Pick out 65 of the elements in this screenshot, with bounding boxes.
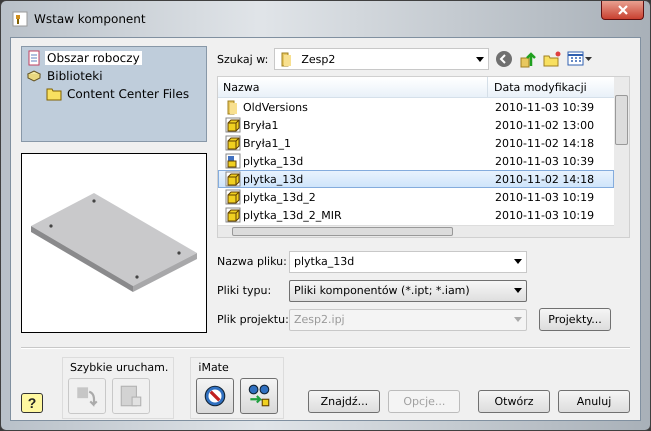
file-date: 2010-11-03 10:39 <box>494 100 596 114</box>
dialog-button[interactable]: Znajdź... <box>308 390 380 413</box>
file-row[interactable]: Bryła1 2010-11-02 13:00 <box>218 116 614 134</box>
caret-icon <box>476 56 484 62</box>
cube-icon <box>225 171 241 187</box>
column-header[interactable]: Data modyfikacji <box>488 77 614 97</box>
file-name: Bryła1_1 <box>243 136 291 150</box>
column-header[interactable]: Nazwa <box>218 77 488 97</box>
file-date: 2010-11-03 10:19 <box>494 208 596 222</box>
file-date: 2010-11-03 10:19 <box>494 190 596 204</box>
file-date: 2010-11-02 14:18 <box>494 172 596 186</box>
vertical-scrollbar[interactable] <box>614 77 629 237</box>
cube-icon <box>225 207 241 223</box>
file-name: Bryła1 <box>243 118 278 132</box>
field-dropdown[interactable]: Pliki komponentów (*.ipt; *.iam) <box>289 280 527 302</box>
cube-icon <box>225 117 241 133</box>
file-row[interactable]: Bryła1_1 2010-11-02 14:18 <box>218 134 614 152</box>
look-in-dropdown[interactable]: Zesp2 <box>274 48 490 70</box>
close-icon <box>618 5 628 15</box>
new-folder-icon[interactable] <box>543 50 562 68</box>
up-folder-icon[interactable] <box>519 50 538 68</box>
caret-icon <box>514 288 522 293</box>
cube-icon <box>225 189 241 205</box>
tool-button[interactable] <box>240 378 278 414</box>
location-item[interactable]: Biblioteki <box>45 69 105 83</box>
folder-icon <box>46 86 62 102</box>
look-in-label: Szukaj w: <box>217 52 268 66</box>
tool-button[interactable] <box>196 378 234 414</box>
caret-icon <box>514 259 522 264</box>
app-icon <box>12 11 28 27</box>
location-item[interactable]: Content Center Files <box>65 87 192 101</box>
back-icon[interactable] <box>495 50 514 68</box>
file-name: plytka_13d <box>243 172 304 186</box>
field-label: Pliki typu: <box>217 284 272 297</box>
file-date: 2010-11-03 10:39 <box>494 154 596 168</box>
file-date: 2010-11-02 14:18 <box>494 136 596 150</box>
file-row[interactable]: OldVersions 2010-11-03 10:39 <box>218 98 614 116</box>
file-row[interactable]: plytka_13d 2010-11-02 14:18 <box>218 170 614 188</box>
window-title: Wstaw komponent <box>34 12 146 26</box>
file-name: OldVersions <box>243 100 308 114</box>
field-label: Nazwa pliku: <box>217 255 288 268</box>
location-item[interactable]: Obszar roboczy <box>45 51 142 65</box>
caret-icon <box>514 317 522 322</box>
file-row[interactable]: plytka_13d_2_MIR 2010-11-03 10:19 <box>218 206 614 224</box>
dialog-button[interactable]: Anuluj <box>558 390 630 413</box>
projects-button[interactable]: Projekty... <box>539 308 611 331</box>
group-title: Szybkie urucham. <box>69 361 168 374</box>
file-name: plytka_13d_2 <box>243 190 316 204</box>
circles-arrow-icon <box>246 383 272 409</box>
file-row[interactable]: plytka_13d_2 2010-11-03 10:19 <box>218 188 614 206</box>
cube-icon <box>225 135 241 151</box>
dialog-button[interactable]: Otwórz <box>478 390 550 413</box>
close-button[interactable] <box>601 1 644 20</box>
file-row[interactable]: plytka_13d 2010-11-03 10:39 <box>218 152 614 170</box>
field-dropdown[interactable]: plytka_13d <box>289 250 527 272</box>
view-menu-icon[interactable] <box>567 50 594 68</box>
help-button[interactable]: ? <box>21 393 43 413</box>
document-icon <box>26 50 42 66</box>
file-date: 2010-11-02 13:00 <box>494 118 596 132</box>
assembly-icon <box>225 153 241 169</box>
file-name: plytka_13d_2_MIR <box>243 208 342 222</box>
field-label: Plik projektu: <box>217 313 289 326</box>
file-name: plytka_13d <box>243 154 304 168</box>
horizontal-scrollbar[interactable] <box>218 225 614 237</box>
group-title: iMate <box>197 361 230 374</box>
